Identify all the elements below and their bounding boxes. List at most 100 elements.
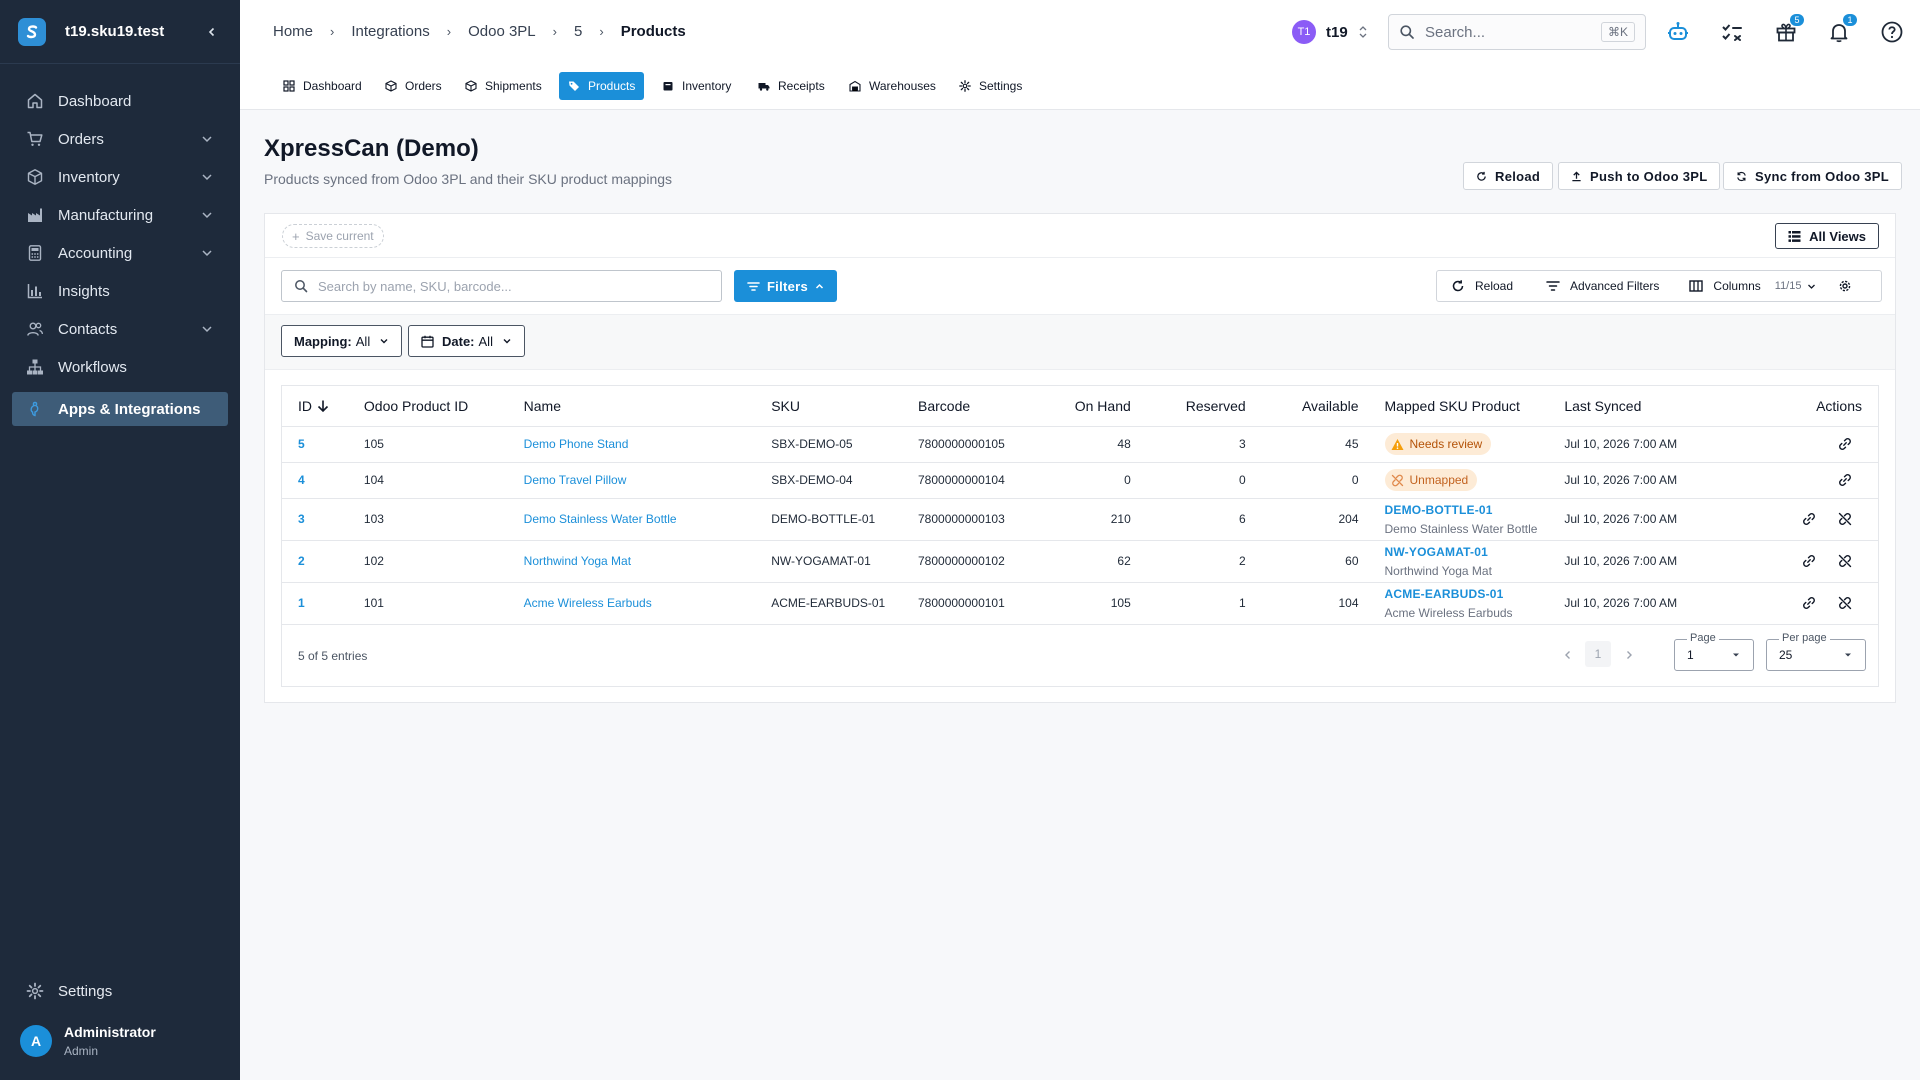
table-footer: 5 of 5 entries 1 Page 1 Per page 25	[282, 624, 1878, 686]
save-current-view-button[interactable]: + Save current	[282, 224, 384, 248]
advanced-filters-button[interactable]: Advanced Filters	[1546, 271, 1659, 301]
sidebar-item-apps-integrations[interactable]: Apps & Integrations	[12, 392, 228, 426]
breadcrumb-connection-id[interactable]: 5	[574, 23, 582, 40]
row-id-link[interactable]: 5	[298, 437, 305, 451]
global-search[interactable]: Search... ⌘K	[1388, 14, 1646, 50]
column-header-id[interactable]: ID	[282, 386, 364, 427]
tab-inventory[interactable]: Inventory	[653, 72, 740, 100]
row-id-link[interactable]: 1	[298, 596, 305, 610]
row-id-link[interactable]: 4	[298, 473, 305, 487]
product-name-link[interactable]: Acme Wireless Earbuds	[524, 596, 652, 610]
table-tools: Reload Advanced Filters Columns 11/15	[1436, 270, 1882, 302]
app-logo-icon	[18, 17, 46, 46]
available-cell: 104	[1245, 582, 1359, 625]
sidebar-settings-label: Settings	[58, 982, 113, 1000]
columns-button[interactable]: Columns 11/15	[1689, 271, 1816, 301]
tenant-switcher[interactable]: T1 t19	[1292, 20, 1368, 44]
mapped-sku-link[interactable]: DEMO-BOTTLE-01	[1385, 503, 1565, 517]
tab-receipts[interactable]: Receipts	[749, 72, 834, 100]
bar-chart-icon	[27, 284, 42, 299]
row-id-link[interactable]: 2	[298, 554, 305, 568]
tag-icon	[569, 81, 579, 91]
task-checklist-icon[interactable]	[1720, 20, 1744, 44]
collapse-sidebar-icon[interactable]	[202, 22, 222, 42]
table-settings-button[interactable]	[1838, 271, 1862, 301]
notifications-bell-icon[interactable]: 1	[1827, 14, 1857, 44]
gift-icon[interactable]: 5	[1774, 14, 1804, 44]
column-header-mapped-sku-product[interactable]: Mapped SKU Product	[1358, 386, 1565, 427]
all-views-button[interactable]: All Views	[1775, 223, 1879, 249]
filters-button[interactable]: Filters	[734, 270, 837, 302]
sidebar-item-orders[interactable]: Orders	[12, 122, 228, 156]
sidebar-item-label: Workflows	[58, 358, 127, 376]
column-header-on-hand[interactable]: On Hand	[1037, 386, 1131, 427]
sidebar-item-manufacturing[interactable]: Manufacturing	[12, 198, 228, 232]
tab-products[interactable]: Products	[559, 72, 645, 100]
sync-from-odoo-button[interactable]: Sync from Odoo 3PL	[1723, 162, 1902, 190]
per-page-select[interactable]: Per page 25	[1766, 632, 1866, 671]
column-header-sku[interactable]: SKU	[771, 386, 918, 427]
tab-orders[interactable]: Orders	[376, 72, 451, 100]
unlink-icon[interactable]	[1838, 512, 1852, 526]
chevron-right-icon[interactable]	[1622, 648, 1636, 662]
avatar: A	[20, 1025, 52, 1057]
sidebar-item-workflows[interactable]: Workflows	[12, 350, 228, 384]
sidebar-item-insights[interactable]: Insights	[12, 274, 228, 308]
chevron-left-icon[interactable]	[1561, 648, 1575, 662]
link-icon[interactable]	[1838, 473, 1852, 487]
reload-button[interactable]: Reload	[1463, 162, 1554, 190]
link-icon[interactable]	[1838, 437, 1852, 451]
mapped-sku-link[interactable]: ACME-EARBUDS-01	[1385, 587, 1565, 601]
sidebar-item-settings[interactable]: Settings	[12, 974, 228, 1008]
row-id-link[interactable]: 3	[298, 512, 305, 526]
sidebar-item-contacts[interactable]: Contacts	[12, 312, 228, 346]
column-header-reserved[interactable]: Reserved	[1130, 386, 1246, 427]
mapping-filter-chip[interactable]: Mapping: All	[281, 325, 403, 357]
page-select[interactable]: Page 1	[1674, 632, 1754, 671]
column-header-odoo-product-id[interactable]: Odoo Product ID	[363, 386, 524, 427]
mapped-sku-link[interactable]: NW-YOGAMAT-01	[1385, 545, 1565, 559]
breadcrumb-integrations[interactable]: Integrations	[351, 23, 429, 40]
breadcrumb-home[interactable]: Home	[273, 23, 313, 40]
column-header-available[interactable]: Available	[1245, 386, 1359, 427]
table-search-input[interactable]	[318, 278, 698, 294]
sidebar-item-dashboard[interactable]: Dashboard	[12, 84, 228, 118]
column-header-barcode[interactable]: Barcode	[918, 386, 1038, 427]
product-name-link[interactable]: Demo Stainless Water Bottle	[524, 512, 677, 526]
user-name: Administrator	[64, 1024, 156, 1040]
all-views-label: All Views	[1809, 228, 1866, 244]
product-name-link[interactable]: Demo Travel Pillow	[524, 473, 627, 487]
page-select-value: 1	[1687, 648, 1694, 662]
tab-warehouses[interactable]: Warehouses	[840, 72, 945, 100]
table-reload-button[interactable]: Reload	[1451, 271, 1513, 301]
per-page-value: 25	[1779, 648, 1793, 662]
gear-icon	[26, 982, 44, 1000]
help-icon[interactable]	[1880, 20, 1904, 44]
page-number-button[interactable]: 1	[1585, 641, 1611, 667]
product-name-link[interactable]: Northwind Yoga Mat	[524, 554, 631, 568]
tab-settings[interactable]: Settings	[950, 72, 1031, 100]
column-header-name[interactable]: Name	[523, 386, 772, 427]
dashboard-icon	[283, 80, 295, 92]
unlink-icon[interactable]	[1838, 554, 1852, 568]
tab-dashboard[interactable]: Dashboard	[274, 72, 371, 100]
push-to-odoo-button[interactable]: Push to Odoo 3PL	[1558, 162, 1721, 190]
table-search[interactable]	[281, 270, 722, 302]
date-filter-chip[interactable]: Date: All	[408, 325, 525, 357]
link-icon[interactable]	[1802, 596, 1816, 610]
unlink-icon[interactable]	[1838, 596, 1852, 610]
product-name-link[interactable]: Demo Phone Stand	[524, 437, 629, 451]
page-title: XpressCan (Demo)	[264, 135, 479, 162]
sort-descending-icon[interactable]	[316, 399, 330, 413]
sidebar-item-inventory[interactable]: Inventory	[12, 160, 228, 194]
assistant-bot-icon[interactable]	[1666, 20, 1690, 44]
sidebar-item-accounting[interactable]: Accounting	[12, 236, 228, 270]
link-icon[interactable]	[1802, 512, 1816, 526]
breadcrumb-odoo-3pl[interactable]: Odoo 3PL	[468, 23, 536, 40]
user-profile[interactable]: A Administrator Admin	[20, 1024, 156, 1058]
tab-shipments[interactable]: Shipments	[456, 72, 551, 100]
column-header-last-synced[interactable]: Last Synced	[1564, 386, 1729, 427]
quick-filters: Mapping: All Date: All	[265, 314, 1895, 370]
columns-count: 11/15	[1774, 280, 1802, 292]
link-icon[interactable]	[1802, 554, 1816, 568]
